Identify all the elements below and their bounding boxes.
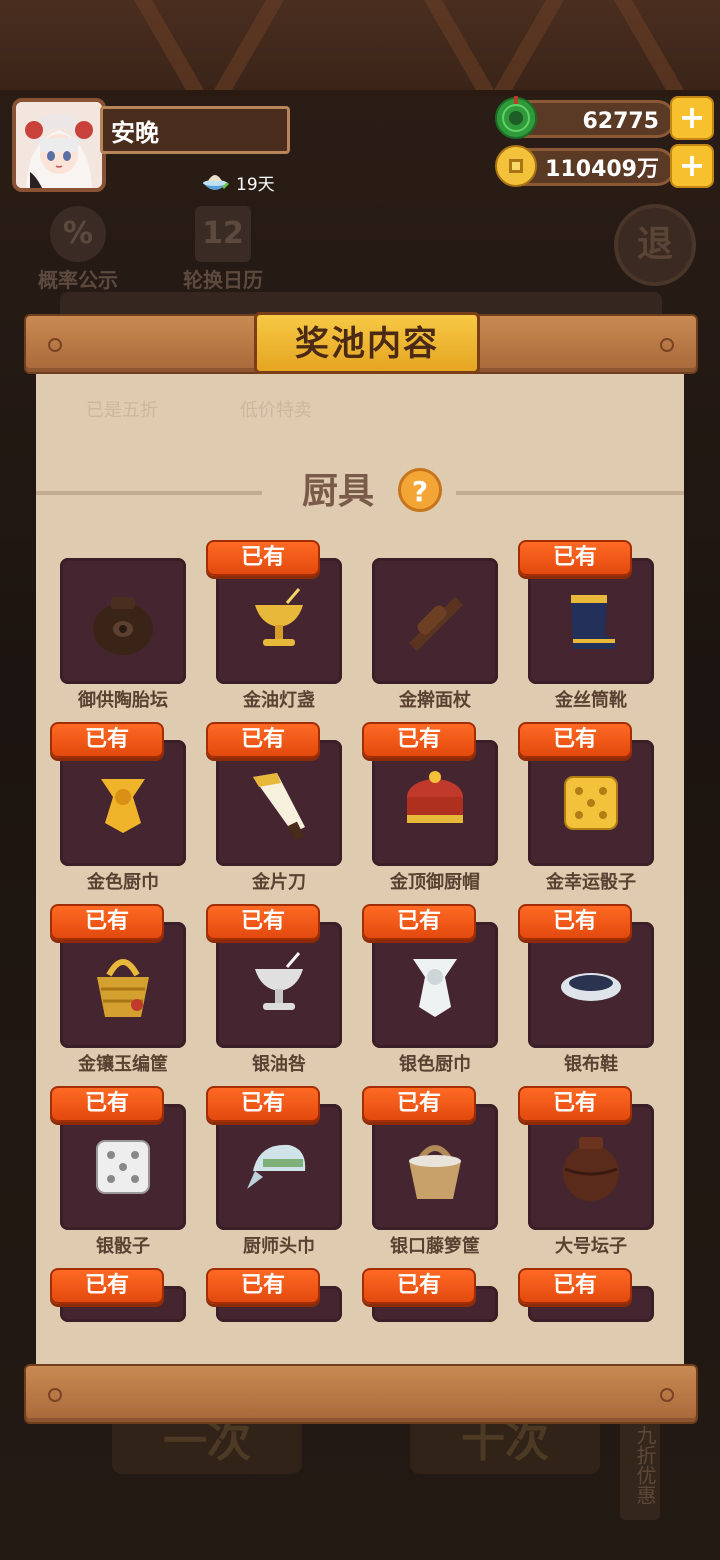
item-card[interactable] <box>528 740 654 866</box>
item-card[interactable] <box>372 922 498 1048</box>
item-card[interactable] <box>60 922 186 1048</box>
item-card[interactable] <box>216 922 342 1048</box>
avatar-portrait-icon <box>16 102 102 188</box>
days-value: 19天 <box>236 174 275 195</box>
item-name: 金油灯盏 <box>243 690 315 711</box>
item-card[interactable] <box>60 558 186 684</box>
item-name: 银布鞋 <box>564 1054 618 1075</box>
owned-badge: 已有 <box>50 904 164 940</box>
item-name: 金片刀 <box>252 872 306 893</box>
item-card[interactable] <box>60 740 186 866</box>
add-coin-button[interactable]: + <box>670 144 714 188</box>
item-card[interactable] <box>528 922 654 1048</box>
owned-badge: 已有 <box>362 1086 476 1122</box>
faded-row-text-1: 已是五折 <box>86 400 158 421</box>
chef-hat-icon <box>407 771 463 823</box>
player-name: 安晚 <box>100 106 290 154</box>
owned-badge: 已有 <box>518 1086 632 1122</box>
item-name: 银骰子 <box>96 1236 150 1257</box>
item-name: 金顶御厨帽 <box>390 872 480 893</box>
item-name: 银油咎 <box>252 1054 306 1075</box>
jar-icon <box>93 597 153 655</box>
owned-badge: 已有 <box>206 540 320 576</box>
owned-badge: 已有 <box>206 722 320 758</box>
bottom-scroll-plank <box>24 1364 698 1424</box>
rattan-basket-icon <box>409 1145 461 1199</box>
golden-lamp-icon <box>255 588 303 646</box>
item-name: 金镶玉编筐 <box>78 1054 168 1075</box>
item-name: 金擀面杖 <box>399 690 471 711</box>
item-name: 金幸运骰子 <box>546 872 636 893</box>
item-card[interactable] <box>528 558 654 684</box>
gold-basket-icon <box>97 959 149 1017</box>
item-card[interactable] <box>216 1104 342 1230</box>
item-card[interactable] <box>60 1104 186 1230</box>
probability-label: 概率公示 <box>38 268 118 292</box>
avatar[interactable] <box>12 98 106 192</box>
headscarf-icon <box>247 1144 306 1189</box>
rotation-calendar-label: 轮换日历 <box>183 268 263 292</box>
silver-scarf-icon <box>413 959 457 1017</box>
cloth-shoe-icon <box>561 973 621 1001</box>
discount-badge: 九折优惠 <box>620 1410 660 1520</box>
divider-left <box>36 491 262 495</box>
faded-row-text-2: 低价特卖 <box>240 400 312 421</box>
owned-badge: 已有 <box>50 1268 164 1304</box>
rotation-calendar-button[interactable]: 12 轮换日历 <box>168 206 278 293</box>
owned-badge: 已有 <box>362 1268 476 1304</box>
owned-badge: 已有 <box>362 904 476 940</box>
item-name: 大号坛子 <box>555 1236 627 1257</box>
section-title: 厨具 <box>302 471 375 512</box>
item-card[interactable] <box>372 1104 498 1230</box>
item-card[interactable] <box>216 740 342 866</box>
item-name: 厨师头巾 <box>243 1236 315 1257</box>
owned-badge: 已有 <box>362 722 476 758</box>
boot-icon <box>571 595 616 649</box>
days-counter: 19天 <box>200 166 275 198</box>
help-icon[interactable]: ? <box>398 468 442 512</box>
owned-badge: 已有 <box>206 1268 320 1304</box>
silver-lamp-icon <box>255 952 303 1010</box>
knife-icon <box>253 773 305 841</box>
item-card[interactable] <box>372 740 498 866</box>
item-card[interactable] <box>372 558 498 684</box>
item-name: 金色厨巾 <box>87 872 159 893</box>
rolling-pin-icon <box>409 597 463 651</box>
item-name: 金丝筒靴 <box>555 690 627 711</box>
item-name: 御供陶胎坛 <box>78 690 168 711</box>
owned-badge: 已有 <box>50 722 164 758</box>
owned-badge: 已有 <box>206 904 320 940</box>
bowl-icon <box>203 175 229 190</box>
add-jade-button[interactable]: + <box>670 96 714 140</box>
owned-badge: 已有 <box>518 1268 632 1304</box>
owned-badge: 已有 <box>518 904 632 940</box>
coin-icon <box>495 145 537 187</box>
divider-right <box>456 491 684 495</box>
percent-icon: % <box>50 206 106 262</box>
owned-badge: 已有 <box>518 722 632 758</box>
owned-badge: 已有 <box>206 1086 320 1122</box>
owned-badge: 已有 <box>50 1086 164 1122</box>
gold-dice-icon <box>564 776 618 830</box>
item-name: 银口藤箩筐 <box>390 1236 480 1257</box>
exit-button[interactable]: 退 <box>614 204 696 286</box>
silver-dice-icon <box>96 1140 150 1194</box>
gold-scarf-icon <box>101 779 145 833</box>
probability-button[interactable]: % 概率公示 <box>28 206 128 293</box>
top-wood-frame <box>0 0 720 96</box>
item-card[interactable] <box>216 558 342 684</box>
calendar-icon: 12 <box>195 206 251 262</box>
big-jar-icon <box>563 1137 619 1201</box>
jade-icon <box>495 96 537 139</box>
section-header: 厨具 ? <box>36 464 684 520</box>
owned-badge: 已有 <box>518 540 632 576</box>
item-card[interactable] <box>528 1104 654 1230</box>
modal-title: 奖池内容 <box>254 312 480 374</box>
item-name: 银色厨巾 <box>399 1054 471 1075</box>
